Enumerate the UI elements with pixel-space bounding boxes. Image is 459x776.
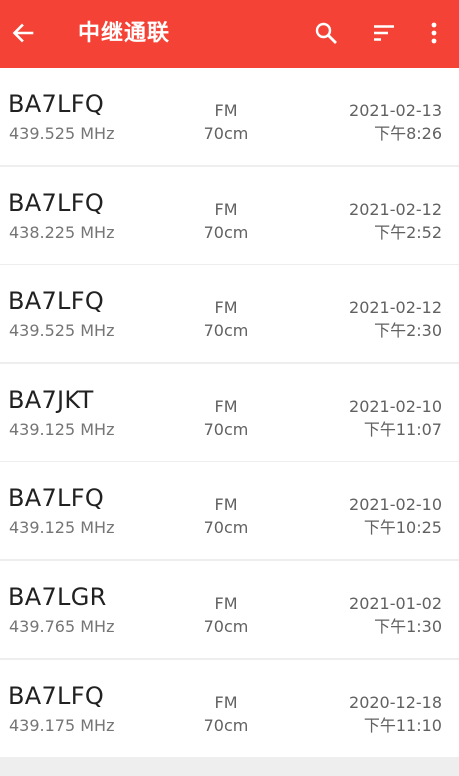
band: 70cm (203, 124, 249, 143)
contact-log-list: BA7LFQ 439.525 MHz FM 70cm 2021-02-13 下午… (0, 68, 459, 758)
frequency: 439.765 MHz (9, 616, 115, 636)
log-row[interactable]: BA7LFQ 439.525 MHz FM 70cm 2021-02-12 下午… (0, 265, 459, 363)
mode: FM (214, 298, 238, 318)
band: 70cm (203, 222, 249, 242)
date: 2021-02-10 (349, 396, 442, 416)
search-icon[interactable] (313, 20, 339, 46)
mode: FM (214, 396, 238, 416)
frequency: 439.125 MHz (9, 419, 115, 439)
date: 2020-12-18 (349, 692, 442, 712)
callsign: BA7LGR (8, 582, 107, 611)
mode: FM (214, 199, 238, 219)
mode: FM (214, 593, 238, 613)
frequency: 438.225 MHz (9, 222, 115, 242)
time: 下午2:52 (374, 222, 442, 242)
band: 70cm (203, 518, 249, 538)
log-row[interactable]: BA7LFQ 438.225 MHz FM 70cm 2021-02-12 下午… (0, 166, 459, 264)
mode: FM (214, 495, 238, 515)
callsign: BA7LFQ (8, 90, 105, 118)
log-row[interactable]: BA7LFQ 439.125 MHz FM 70cm 2021-02-10 下午… (0, 462, 459, 560)
band: 70cm (203, 419, 249, 439)
band: 70cm (203, 321, 249, 341)
date: 2021-02-12 (349, 298, 442, 318)
page-title: 中继通联 (78, 21, 171, 46)
callsign: BA7LFQ (8, 287, 105, 316)
time: 下午8:26 (374, 124, 442, 143)
time: 下午1:30 (374, 616, 442, 636)
callsign: BA7LFQ (8, 188, 105, 217)
frequency: 439.525 MHz (9, 321, 115, 341)
time: 下午10:25 (363, 518, 442, 538)
log-row[interactable]: BA7JKT 439.125 MHz FM 70cm 2021-02-10 下午… (0, 363, 459, 461)
frequency: 439.125 MHz (9, 518, 115, 538)
arrow-back-icon[interactable] (10, 20, 36, 46)
date: 2021-01-02 (349, 593, 442, 613)
mode: FM (214, 101, 238, 120)
sort-icon[interactable] (371, 20, 397, 46)
frequency: 439.525 MHz (9, 124, 115, 143)
band: 70cm (203, 715, 249, 735)
date: 2021-02-12 (349, 199, 442, 219)
log-row[interactable]: BA7LFQ 439.175 MHz FM 70cm 2020-12-18 下午… (0, 659, 459, 757)
time: 下午2:30 (374, 321, 442, 341)
log-row[interactable]: BA7LFQ 439.525 MHz FM 70cm 2021-02-13 下午… (0, 68, 459, 165)
log-row[interactable]: BA7LGR 439.765 MHz FM 70cm 2021-01-02 下午… (0, 560, 459, 658)
callsign: BA7JKT (8, 385, 94, 414)
band: 70cm (203, 616, 249, 636)
frequency: 439.175 MHz (9, 715, 115, 735)
date: 2021-02-13 (349, 101, 442, 120)
mode: FM (214, 692, 238, 712)
more-vert-icon[interactable] (421, 20, 447, 46)
callsign: BA7LFQ (8, 681, 105, 710)
callsign: BA7LFQ (8, 484, 105, 513)
time: 下午11:07 (363, 419, 442, 439)
date: 2021-02-10 (349, 495, 442, 515)
time: 下午11:10 (363, 715, 442, 735)
app-bar: 中继通联 (0, 0, 459, 68)
